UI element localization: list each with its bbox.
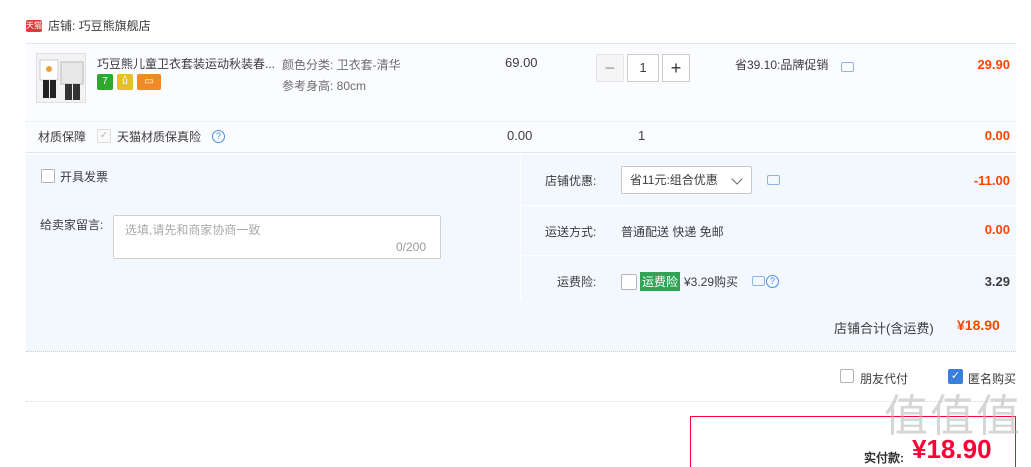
freight-insurance-value: 3.29 xyxy=(984,274,1010,289)
invoice-checkbox[interactable] xyxy=(41,169,55,183)
message-icon[interactable] xyxy=(841,62,854,72)
freight-insurance-checkbox[interactable] xyxy=(621,274,637,290)
row-divider xyxy=(521,205,1016,206)
help-icon[interactable]: ? xyxy=(766,275,779,288)
shop-total-label: 店铺合计(含运费) xyxy=(834,321,934,336)
product-title-link[interactable]: 巧豆熊儿童卫衣套装运动秋装春... xyxy=(97,55,277,72)
tmall-icon: 天猫 xyxy=(26,20,42,32)
note-char-count: 0/200 xyxy=(396,240,427,254)
payment-label: 实付款: xyxy=(864,451,904,465)
help-icon[interactable]: ? xyxy=(212,130,225,143)
message-icon[interactable] xyxy=(767,175,780,185)
sku-height: 参考身高: 80cm xyxy=(282,79,367,93)
promo-text: 省39.10:品牌促销 xyxy=(735,58,829,72)
tag-seven-day-icon: 7 xyxy=(97,74,113,90)
sku-color: 颜色分类: 卫衣套-清华 xyxy=(282,58,401,72)
product-thumbnail[interactable] xyxy=(36,53,86,103)
discount-value: -11.00 xyxy=(973,173,1010,188)
note-label: 给卖家留言: xyxy=(40,218,104,232)
tag-guarantee-icon: ů xyxy=(117,74,133,90)
shipping-value: 普通配送 快递 免邮 xyxy=(621,225,724,239)
row-divider xyxy=(521,255,1016,256)
invoice-label: 开具发票 xyxy=(60,170,109,184)
insurance-subtotal: 0.00 xyxy=(984,128,1010,143)
discount-select[interactable]: 省11元:组合优惠 xyxy=(621,166,752,194)
qty-decrease-button[interactable]: − xyxy=(596,54,624,82)
qty-increase-button[interactable]: + xyxy=(662,54,690,82)
insurance-label: 材质保障 xyxy=(38,130,87,144)
order-confirm-page: 天猫 店铺: 巧豆熊旗舰店 巧豆熊儿童卫衣套装运动秋装春... 7 ů ▭ 颜色… xyxy=(0,0,1031,467)
shop-total-value: ¥18.90 xyxy=(957,317,1000,333)
item-subtotal: 29.90 xyxy=(977,57,1010,72)
tag-card-icon: ▭ xyxy=(137,74,161,90)
chevron-down-icon xyxy=(731,173,743,185)
freight-insurance-name: 运费险 xyxy=(640,272,681,291)
discount-selected: 省11元:组合优惠 xyxy=(630,173,718,187)
divider xyxy=(26,401,1016,402)
shipping-cost: 0.00 xyxy=(984,222,1010,237)
shop-name[interactable]: 店铺: 巧豆熊旗舰店 xyxy=(48,17,151,34)
discount-label: 店铺优惠: xyxy=(545,174,597,188)
insurance-option: 天猫材质保真险 xyxy=(117,130,202,144)
row-divider xyxy=(26,121,1016,122)
insurance-price: 0.00 xyxy=(507,128,533,143)
freight-insurance-price: ¥3.29购买 xyxy=(684,275,739,289)
friend-pay-checkbox[interactable] xyxy=(840,369,854,383)
message-icon[interactable] xyxy=(752,276,765,286)
qty-input[interactable]: 1 xyxy=(627,54,659,82)
watermark-logo: 值值值 xyxy=(884,392,1022,441)
insurance-checkbox[interactable]: ✓ xyxy=(97,129,111,143)
shipping-label: 运送方式: xyxy=(545,225,597,239)
unit-price: 69.00 xyxy=(505,55,538,70)
insurance-qty: 1 xyxy=(638,128,646,143)
freight-insurance-label: 运费险: xyxy=(557,275,597,289)
note-placeholder: 选填,请先和商家协商一致 xyxy=(125,223,261,237)
